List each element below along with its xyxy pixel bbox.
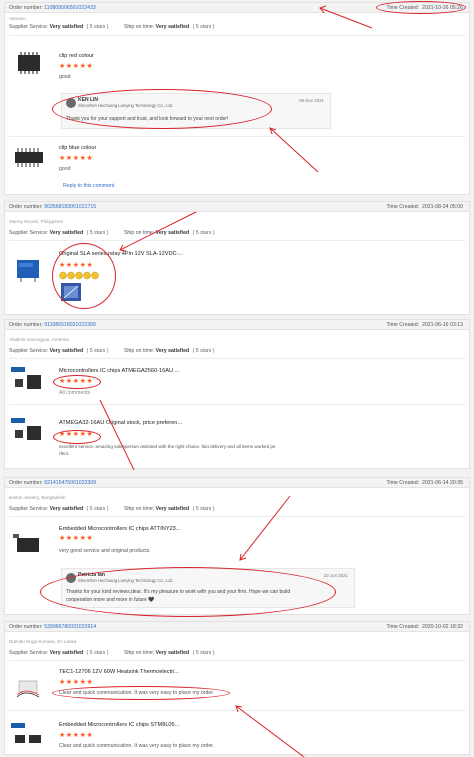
- annotation-arrows: [99, 5, 373, 757]
